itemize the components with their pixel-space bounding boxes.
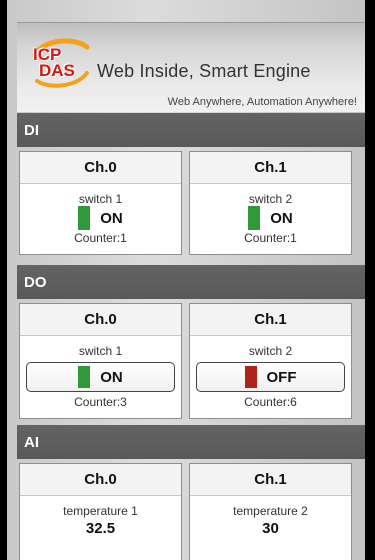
analog-value: 32.5 xyxy=(85,520,116,537)
status-text: ON xyxy=(100,209,123,227)
status-text: ON xyxy=(270,209,293,227)
card-title: Ch.1 xyxy=(190,464,351,496)
icpdas-logo: ICP DAS xyxy=(29,37,91,89)
status-indicator: ON xyxy=(20,206,181,230)
section-do-header: DO xyxy=(17,265,365,299)
counter-text: Counter:1 xyxy=(244,231,297,245)
channel-label: temperature 1 xyxy=(63,504,138,518)
card-title: Ch.1 xyxy=(190,152,351,184)
status-text: OFF xyxy=(266,368,297,386)
channel-label: switch 1 xyxy=(78,344,123,358)
do-ch0-toggle-button[interactable]: ON xyxy=(26,362,175,392)
channel-label: switch 1 xyxy=(78,192,123,206)
status-lamp-icon xyxy=(244,366,257,388)
counter-text: Counter:1 xyxy=(74,231,127,245)
card-title: Ch.1 xyxy=(190,304,351,336)
card-title: Ch.0 xyxy=(20,464,181,496)
counter-text: Counter:6 xyxy=(244,395,297,409)
do-ch0-card: Ch.0 switch 1 ON Counter:3 xyxy=(19,303,182,419)
ai-ch0-card: Ch.0 temperature 1 32.5 xyxy=(19,463,182,560)
app-screen: ICP DAS Web Inside, Smart Engine Web Anyw… xyxy=(7,0,365,560)
header-banner: ICP DAS Web Inside, Smart Engine Web Anyw… xyxy=(17,22,365,112)
status-lamp-icon xyxy=(78,206,91,230)
do-ch1-card: Ch.1 switch 2 OFF Counter:6 xyxy=(189,303,352,419)
di-ch1-card: Ch.1 switch 2 ON Counter:1 xyxy=(189,151,352,255)
logo-text: ICP DAS xyxy=(33,45,75,80)
status-lamp-icon xyxy=(78,366,91,388)
channel-label: temperature 2 xyxy=(233,504,308,518)
ai-ch1-card: Ch.1 temperature 2 30 xyxy=(189,463,352,560)
status-indicator: ON xyxy=(190,206,351,230)
card-title: Ch.0 xyxy=(20,304,181,336)
tagline: Web Inside, Smart Engine xyxy=(97,61,311,81)
section-ai-header: AI xyxy=(17,425,365,459)
channel-label: switch 2 xyxy=(248,192,293,206)
di-ch0-card: Ch.0 switch 1 ON Counter:1 xyxy=(19,151,182,255)
channel-label: switch 2 xyxy=(248,344,293,358)
do-ch1-toggle-button[interactable]: OFF xyxy=(196,362,345,392)
section-di-header: DI xyxy=(17,113,365,147)
subline: Web Anywhere, Automation Anywhere! xyxy=(167,96,357,108)
card-title: Ch.0 xyxy=(20,152,181,184)
analog-value: 30 xyxy=(262,520,279,537)
status-text: ON xyxy=(100,368,123,386)
status-lamp-icon xyxy=(248,206,261,230)
counter-text: Counter:3 xyxy=(74,395,127,409)
